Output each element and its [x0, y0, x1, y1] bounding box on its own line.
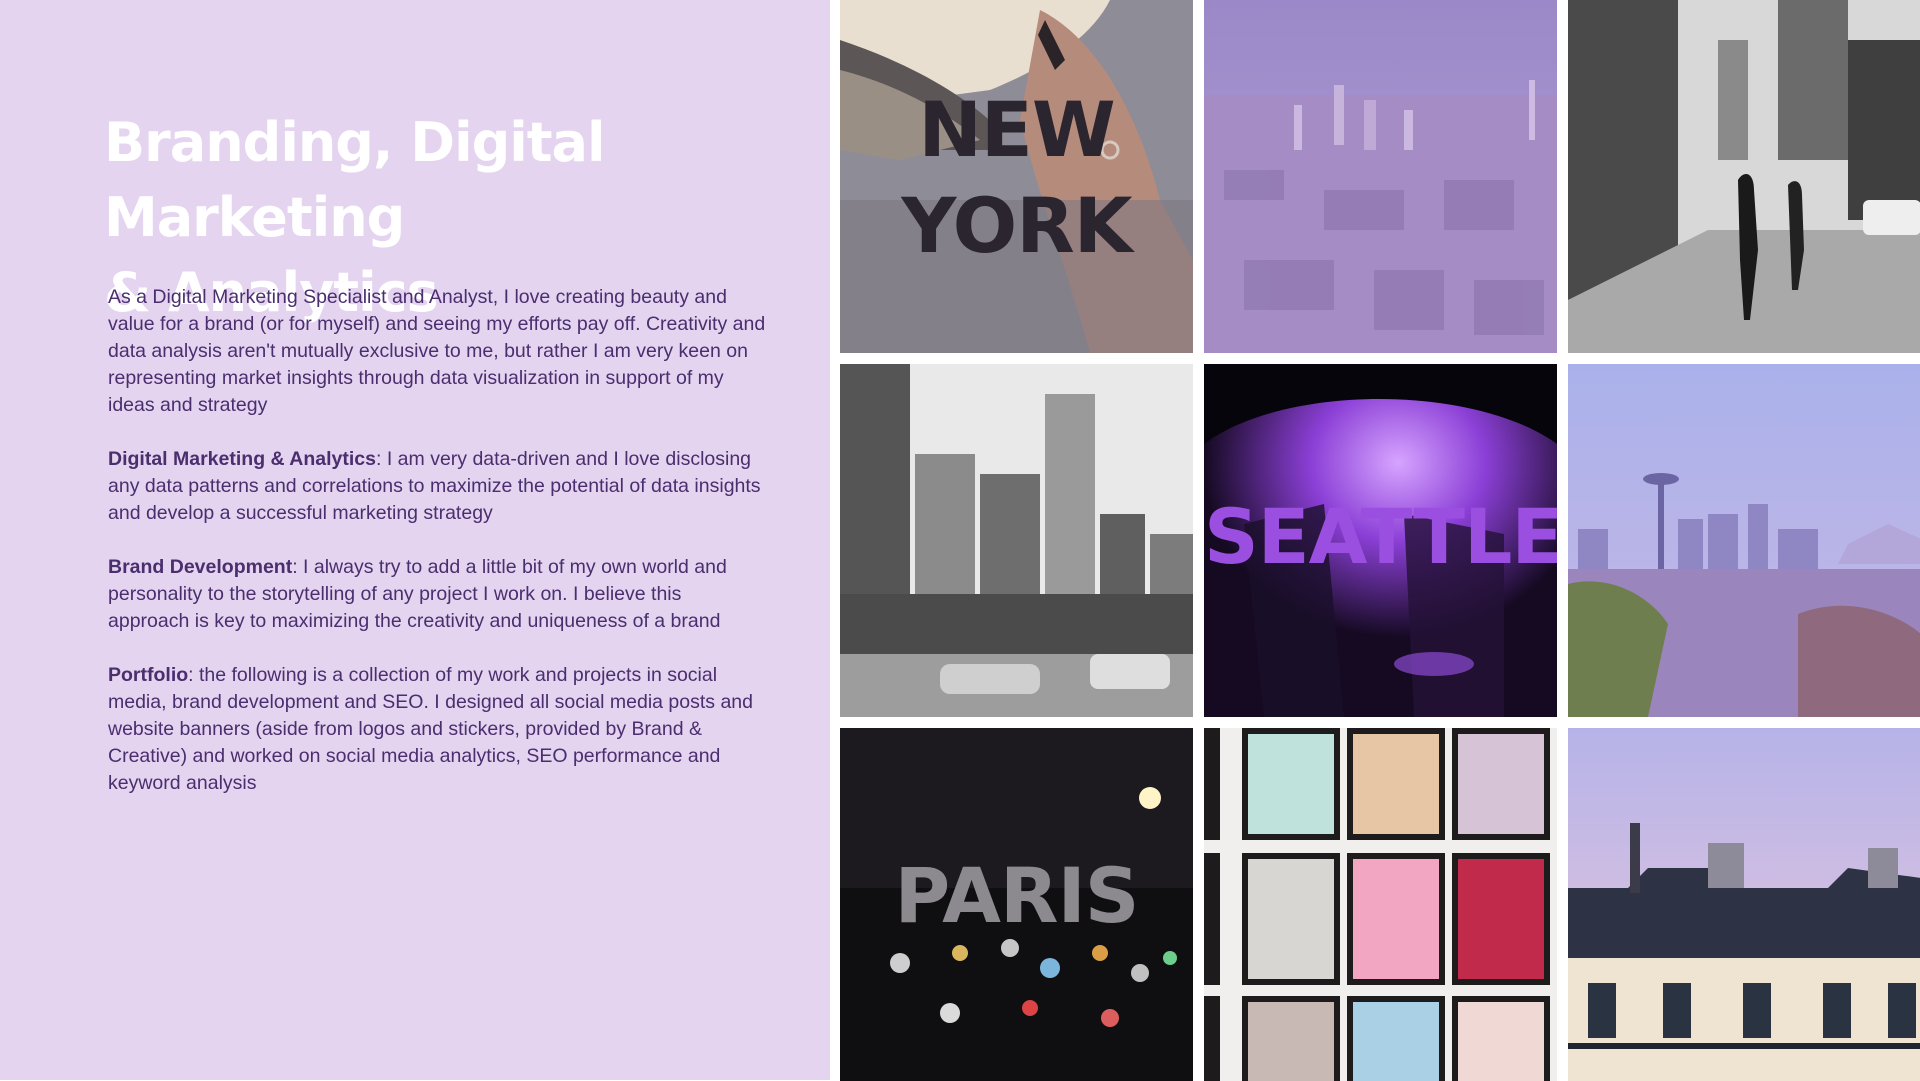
- seattle-label: SEATTLE: [1204, 492, 1557, 581]
- seattle-night-building-photo[interactable]: SEATTLE: [1204, 364, 1557, 717]
- section-heading: Portfolio: [108, 664, 189, 686]
- section-digital-marketing: Digital Marketing & Analytics: I am very…: [108, 446, 768, 527]
- new-york-street-photo[interactable]: [1568, 0, 1920, 353]
- section-text: : the following is a collection of my wo…: [108, 664, 753, 794]
- intro-panel: Branding, Digital Marketing & Analytics …: [0, 0, 830, 1080]
- intro-body: As a Digital Marketing Specialist and An…: [108, 284, 768, 824]
- paris-night-bokeh-photo[interactable]: PARIS: [840, 728, 1193, 1081]
- photo-grid: NEW YORK SEATTLE PARIS: [840, 0, 1920, 1081]
- section-brand-development: Brand Development: I always try to add a…: [108, 554, 768, 635]
- paris-label: PARIS: [894, 851, 1139, 940]
- section-portfolio: Portfolio: the following is a collection…: [108, 662, 768, 797]
- section-heading: Brand Development: [108, 556, 293, 578]
- section-heading: Digital Marketing & Analytics: [108, 448, 377, 470]
- paris-posters-photo[interactable]: [1204, 728, 1557, 1081]
- intro-paragraph: As a Digital Marketing Specialist and An…: [108, 286, 766, 416]
- new-york-label: NEW YORK: [901, 85, 1132, 270]
- new-york-hand-photo[interactable]: NEW YORK: [840, 0, 1193, 353]
- seattle-bw-city-photo[interactable]: [840, 364, 1193, 717]
- new-york-aerial-photo[interactable]: [1204, 0, 1557, 353]
- paris-rooftops-photo[interactable]: [1568, 728, 1920, 1081]
- seattle-space-needle-photo[interactable]: [1568, 364, 1920, 717]
